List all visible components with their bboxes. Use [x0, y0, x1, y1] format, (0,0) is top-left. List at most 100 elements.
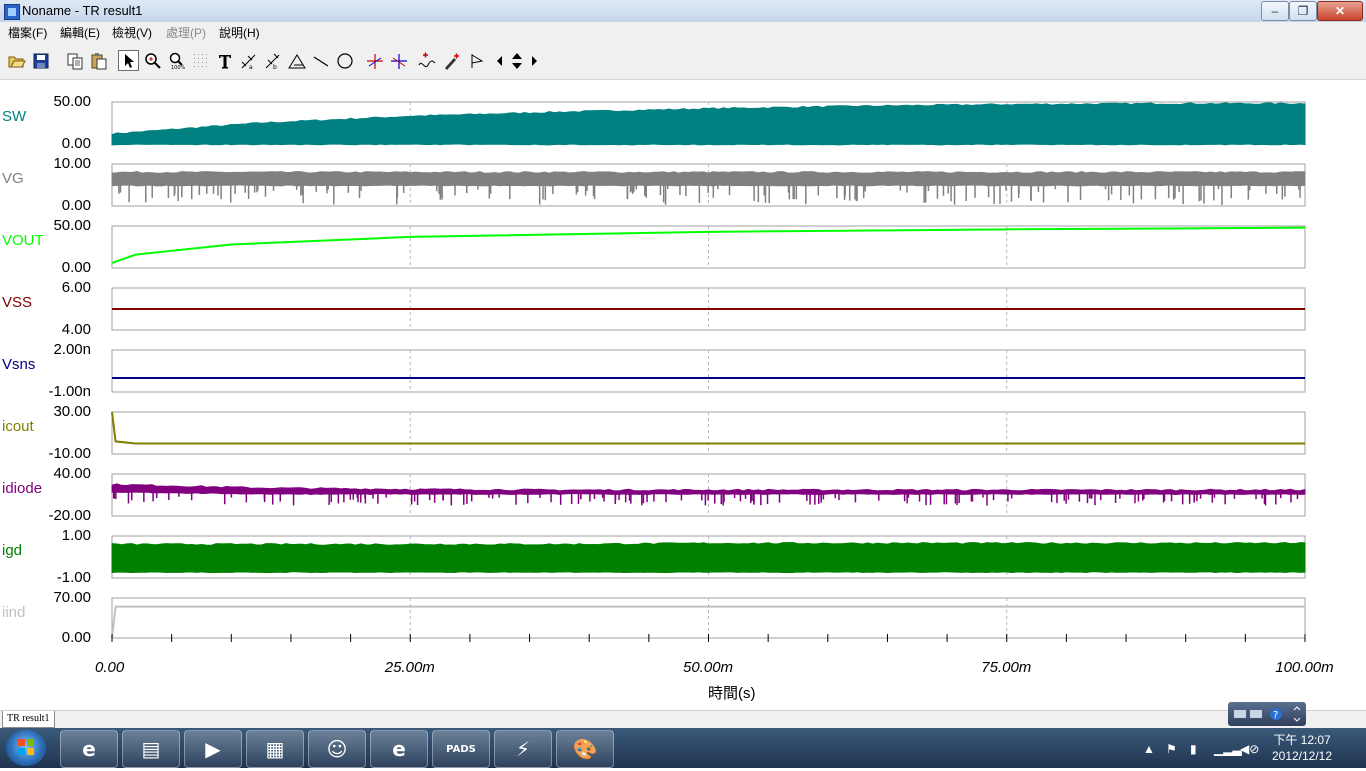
arrow-left-icon — [497, 55, 502, 66]
waveform-chart — [111, 101, 1306, 642]
flag-icon — [471, 53, 483, 68]
menu-process[interactable]: 處理(P) — [166, 24, 206, 41]
line-tool-button[interactable] — [310, 50, 331, 71]
y-tick-top-idiode: 40.00 — [53, 465, 91, 482]
tina-taskbar-button[interactable]: ⚡ — [494, 730, 552, 768]
y-tick-bottom-icout: -10.00 — [48, 445, 91, 462]
action-center-icon[interactable]: ⚑ — [1166, 742, 1177, 756]
start-button[interactable] — [6, 730, 46, 766]
slope-icon — [287, 53, 306, 68]
menu-help[interactable]: 說明(H) — [219, 24, 260, 41]
y-tick-top-igd: 1.00 — [61, 527, 91, 544]
pen-marker-button[interactable] — [440, 50, 461, 71]
volume-muted-icon[interactable]: ◀⊘ — [1240, 742, 1259, 756]
cursor-a-button[interactable] — [364, 50, 385, 71]
series-band-igd — [111, 542, 1306, 574]
menu-bar: 檔案(F) 編輯(E) 檢視(V) 處理(P) 說明(H) — [0, 22, 1366, 41]
series-label-igd: igd — [2, 542, 23, 559]
y-tick-bottom-iind: 0.00 — [61, 629, 91, 646]
y-tick-bottom-sw: 0.00 — [61, 135, 91, 152]
arrow-updown-button[interactable] — [508, 50, 526, 71]
sheet-tab-tr-result1[interactable]: TR result1 — [2, 711, 55, 728]
save-button[interactable] — [30, 50, 51, 71]
series-label-idiode: idiode — [2, 480, 43, 497]
svg-text:a: a — [249, 64, 253, 70]
maximize-button[interactable]: ❐ — [1289, 1, 1317, 21]
pads-taskbar-button[interactable]: PADS — [432, 730, 490, 768]
arrow-right-button[interactable] — [528, 50, 540, 71]
measure-alt-button[interactable]: b — [262, 50, 283, 71]
tray-expand-icon[interactable]: ▲ — [1143, 742, 1155, 756]
slope-button[interactable] — [286, 50, 307, 71]
menu-edit[interactable]: 編輯(E) — [60, 24, 100, 41]
arrow-updown-icon — [512, 52, 522, 69]
ie-taskbar-button[interactable]: e — [60, 730, 118, 768]
series-label-icout: icout — [2, 418, 34, 435]
y-tick-bottom-vsns: -1.00n — [48, 383, 91, 400]
circle-tool-button[interactable] — [334, 50, 355, 71]
menu-file[interactable]: 檔案(F) — [8, 24, 47, 41]
zoom-100-button[interactable]: 100% — [166, 50, 187, 71]
open-button[interactable] — [6, 50, 27, 71]
x-tick-label-4: 100.00m — [1275, 659, 1334, 676]
zoom-in-button[interactable] — [142, 50, 163, 71]
paint-taskbar-button[interactable]: 🎨 — [556, 730, 614, 768]
network-icon[interactable]: ▁▂▃ — [1214, 742, 1242, 756]
clock-date: 2012/12/12 — [1271, 749, 1333, 763]
explorer-taskbar-button[interactable]: ▤ — [122, 730, 180, 768]
copy-icon — [67, 53, 82, 69]
device-icon[interactable]: ▮ — [1190, 742, 1197, 756]
system-clock[interactable]: 下午 12:07 2012/12/12 — [1262, 732, 1342, 764]
line-tool-icon — [313, 55, 328, 67]
zoom-100-icon: 100% — [169, 52, 185, 70]
app-taskbar-button-4[interactable]: ▦ — [246, 730, 304, 768]
add-marker-button[interactable] — [416, 50, 437, 71]
app-icon — [4, 4, 20, 20]
clock-time: 下午 12:07 — [1273, 733, 1331, 747]
ie-taskbar-2-icon: e — [392, 737, 406, 761]
paint-taskbar-icon: 🎨 — [572, 737, 598, 761]
y-tick-top-vsns: 2.00n — [53, 341, 91, 358]
flag-button[interactable] — [466, 50, 487, 71]
x-tick-label-2: 50.00m — [683, 659, 734, 676]
close-button[interactable]: ✕ — [1317, 1, 1363, 21]
grid-button[interactable] — [190, 50, 211, 71]
measure-icon: a — [241, 54, 255, 70]
ie-taskbar-button-2[interactable]: e — [370, 730, 428, 768]
series-label-iind: iind — [2, 604, 26, 621]
y-tick-top-vg: 10.00 — [53, 155, 91, 172]
series-label-vss: VSS — [2, 294, 33, 311]
pointer-icon — [124, 53, 134, 68]
arrow-left-button[interactable] — [494, 50, 506, 71]
menu-view[interactable]: 檢視(V) — [112, 24, 152, 41]
pointer-button[interactable] — [118, 50, 139, 71]
x-tick-label-3: 75.00m — [981, 659, 1032, 676]
copy-button[interactable] — [64, 50, 85, 71]
y-tick-bottom-vout: 0.00 — [61, 259, 91, 276]
waveform-plot-area: SW 50.00 0.00 VG 10.00 0.00 VOUT 50.00 0.00 VSS 6.… — [0, 80, 1366, 710]
series-label-vout: VOUT — [2, 232, 44, 249]
svg-text:?: ? — [1273, 710, 1278, 721]
add-marker-icon — [418, 52, 435, 67]
arrow-right-icon — [532, 55, 537, 66]
cursor-b-icon — [390, 53, 407, 69]
media-player-taskbar-button[interactable]: ▶ — [184, 730, 242, 768]
text-tool-button[interactable] — [214, 50, 235, 71]
y-tick-bottom-vg: 0.00 — [61, 197, 91, 214]
circle-tool-icon — [336, 52, 353, 69]
paste-button[interactable] — [88, 50, 109, 71]
windows-logo-icon — [18, 739, 34, 755]
ie-taskbar-icon: e — [82, 737, 96, 761]
pen-marker-icon — [444, 53, 459, 70]
minimize-button[interactable]: – — [1261, 1, 1289, 21]
messenger-taskbar-button[interactable]: ☺ — [308, 730, 366, 768]
cursor-b-button[interactable] — [388, 50, 409, 71]
y-tick-top-icout: 30.00 — [53, 403, 91, 420]
x-axis-label: 時間(s) — [708, 685, 756, 702]
language-bar[interactable]: ? — [1228, 702, 1306, 726]
measure-button[interactable]: a — [238, 50, 259, 71]
toolbar: 100% a b — [0, 41, 1366, 80]
open-icon — [8, 56, 26, 67]
series-label-vsns: Vsns — [2, 356, 36, 373]
tina-taskbar-icon: ⚡ — [515, 737, 531, 761]
